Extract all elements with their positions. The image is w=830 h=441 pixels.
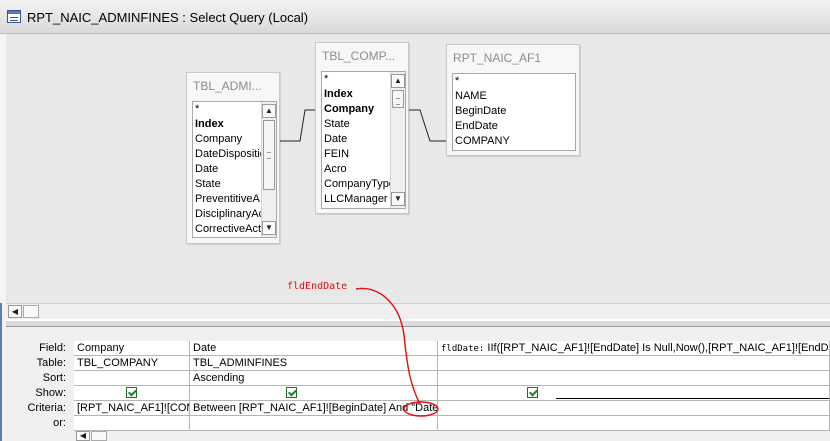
grid-criteria-cell[interactable] xyxy=(438,401,830,416)
scroll-left-icon[interactable]: ◀ xyxy=(76,431,90,441)
scroll-thumb[interactable] xyxy=(392,90,404,108)
scroll-thumb[interactable] xyxy=(23,305,39,318)
scroll-left-icon[interactable]: ◀ xyxy=(8,305,22,318)
scroll-down-icon[interactable]: ▼ xyxy=(262,221,276,235)
show-checkbox[interactable] xyxy=(286,387,297,398)
grid-hscrollbar[interactable]: ◀ xyxy=(74,431,830,441)
grid-field-cell[interactable]: fldDate: IIf([RPT_NAIC_AF1]![EndDate] Is… xyxy=(438,341,830,356)
field-item[interactable]: COMPANY xyxy=(453,134,575,149)
grid-row-labels: Field: Table: Sort: Show: Criteria: or: xyxy=(6,341,68,431)
field-item[interactable]: * xyxy=(453,74,575,89)
show-checkbox[interactable] xyxy=(527,387,538,398)
grid-sort-cell[interactable] xyxy=(74,371,190,386)
grid-sort-cell[interactable] xyxy=(438,371,830,386)
field-list-title[interactable]: TBL_ADMI... xyxy=(187,73,279,99)
row-label-sort: Sort: xyxy=(42,372,66,384)
scroll-thumb[interactable] xyxy=(91,431,107,441)
grid-show-cell[interactable] xyxy=(438,386,830,401)
criteria-text: Between [RPT_NAIC_AF1]![BeginDate] And xyxy=(193,402,412,414)
field-list-title[interactable]: TBL_COMP... xyxy=(316,43,408,69)
field-list-tbl-adminfines[interactable]: TBL_ADMI... * Index Company DateDisposit… xyxy=(186,72,280,244)
row-label-criteria: Criteria: xyxy=(27,402,66,414)
grid-table-cell[interactable]: TBL_COMPANY xyxy=(74,356,190,371)
grid-or-cell[interactable] xyxy=(190,416,438,431)
field-item[interactable]: EndDate xyxy=(453,119,575,134)
field-expression: IIf([RPT_NAIC_AF1]![EndDate] Is Null,Now… xyxy=(484,342,830,354)
show-checkbox[interactable] xyxy=(126,387,137,398)
query-window-icon[interactable] xyxy=(7,10,21,23)
window-title: RPT_NAIC_ADMINFINES : Select Query (Loca… xyxy=(27,10,309,25)
scroll-down-icon[interactable]: ▼ xyxy=(391,192,405,206)
grid-criteria-cell[interactable]: [RPT_NAIC_AF1]![COM xyxy=(74,401,190,416)
grid-or-cell[interactable] xyxy=(74,416,190,431)
grid-show-cell[interactable] xyxy=(74,386,190,401)
field-item[interactable]: NAME xyxy=(453,89,575,104)
grid-table-cell[interactable]: TBL_ADMINFINES xyxy=(190,356,438,371)
row-label-table: Table: xyxy=(36,357,66,369)
grid-field-cell[interactable]: Company xyxy=(74,341,190,356)
row-label-show: Show: xyxy=(35,387,66,399)
row-label-or: or: xyxy=(53,417,66,429)
criteria-highlighted-text: "Date" xyxy=(411,402,438,414)
field-item[interactable]: BeginDate xyxy=(453,104,575,119)
grid-table-cell[interactable] xyxy=(438,356,830,371)
design-pane-hscrollbar[interactable]: ◀ xyxy=(6,303,830,319)
field-list-box[interactable]: * NAME BeginDate EndDate COMPANY xyxy=(452,73,576,151)
pane-splitter[interactable] xyxy=(6,320,830,327)
field-list-box[interactable]: * Index Company DateDispositic Date Stat… xyxy=(192,101,277,238)
query-design-grid: Company TBL_COMPANY [RPT_NAIC_AF1]![COM … xyxy=(74,341,830,431)
field-underline xyxy=(556,398,829,399)
vertical-scrollbar[interactable]: ▲ ▼ xyxy=(390,72,405,208)
grid-criteria-cell[interactable]: Between [RPT_NAIC_AF1]![BeginDate] And "… xyxy=(190,401,438,416)
grid-show-cell[interactable] xyxy=(190,386,438,401)
scroll-up-icon[interactable]: ▲ xyxy=(262,104,276,118)
scroll-thumb[interactable] xyxy=(263,120,275,190)
annotation-label: fldEndDate xyxy=(287,281,348,292)
field-list-box[interactable]: * Index Company State Date FEIN Acro Com… xyxy=(321,71,406,209)
row-label-field: Field: xyxy=(39,342,66,354)
field-list-rpt-naic-af1[interactable]: RPT_NAIC_AF1 * NAME BeginDate EndDate CO… xyxy=(446,44,580,156)
field-list-title[interactable]: RPT_NAIC_AF1 xyxy=(447,45,579,71)
table-design-pane xyxy=(0,34,830,303)
grid-field-cell[interactable]: Date xyxy=(190,341,438,356)
title-bar: RPT_NAIC_ADMINFINES : Select Query (Loca… xyxy=(0,0,830,34)
scroll-up-icon[interactable]: ▲ xyxy=(391,74,405,88)
grid-sort-cell[interactable]: Ascending xyxy=(190,371,438,386)
grid-or-cell[interactable] xyxy=(438,416,830,431)
field-list-tbl-company[interactable]: TBL_COMP... * Index Company State Date F… xyxy=(315,42,409,214)
field-alias: fldDate: xyxy=(441,344,485,354)
vertical-scrollbar[interactable]: ▲ ▼ xyxy=(261,102,276,237)
